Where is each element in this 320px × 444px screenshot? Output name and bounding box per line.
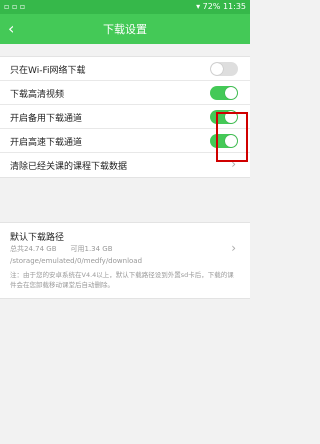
setting-label: 下载高清视频 [10, 90, 65, 100]
storage-space: 总共24.74 GB 可用1.34 GB [10, 244, 127, 254]
setting-row-high-speed-channel[interactable]: 开启高速下载通道 [0, 129, 250, 153]
title-bar: ‹ 下载设置 [0, 14, 250, 44]
hd-video-toggle[interactable] [210, 86, 238, 100]
total-space: 总共24.74 GB [10, 245, 57, 253]
download-path-title: 默认下载路径 [10, 233, 65, 243]
page-title: 下载设置 [103, 23, 147, 36]
wifi-only-toggle[interactable] [210, 62, 238, 76]
setting-label: 只在Wi-Fi网络下载 [10, 66, 86, 76]
highlight-box [216, 112, 248, 162]
setting-row-clear-data[interactable]: 清除已经关课的课程下载数据 › [0, 153, 250, 177]
setting-label: 开启备用下载通道 [10, 114, 83, 124]
setting-row-wifi-only[interactable]: 只在Wi-Fi网络下载 [0, 57, 250, 81]
setting-label: 开启高速下载通道 [10, 138, 83, 148]
setting-row-hd-video[interactable]: 下载高清视频 [0, 81, 250, 105]
available-space: 可用1.34 GB [70, 245, 113, 253]
status-bar: ▫ ▫ ▫ ▾ 72% 11:35 [0, 0, 250, 14]
toggle-knob [211, 63, 223, 75]
setting-label: 清除已经关课的课程下载数据 [10, 162, 128, 172]
download-path-value: /storage/emulated/0/medfy/download [10, 257, 143, 265]
download-path-card[interactable]: 默认下载路径 › 总共24.74 GB 可用1.34 GB /storage/em… [0, 222, 250, 299]
status-bar-right: ▾ 72% 11:35 [196, 2, 246, 11]
settings-group: 只在Wi-Fi网络下载 下载高清视频 开启备用下载通道 开启高速下载通道 清除已… [0, 56, 250, 178]
notification-icons: ▫ ▫ ▫ [4, 2, 26, 11]
setting-row-backup-channel[interactable]: 开启备用下载通道 [0, 105, 250, 129]
download-path-note: 注：由于您的安卓系统在V4.4以上，默认下载路径设到外置sd卡后，下载的课件会在… [10, 271, 234, 289]
chevron-right-icon: › [231, 241, 236, 255]
toggle-knob [225, 87, 237, 99]
